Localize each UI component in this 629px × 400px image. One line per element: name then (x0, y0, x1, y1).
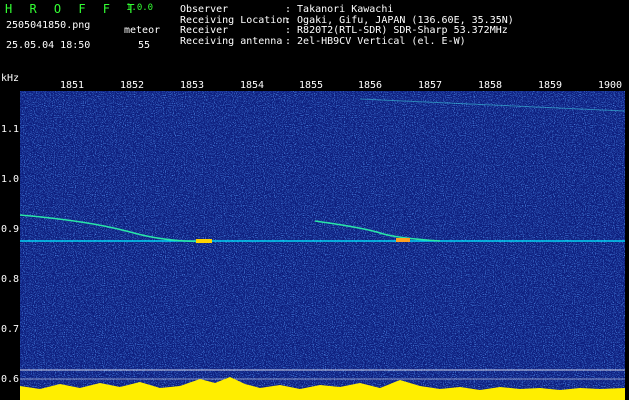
x-tick: 1855 (299, 80, 324, 91)
x-tick: 1851 (60, 80, 85, 91)
y-axis-unit: kHz (1, 73, 20, 84)
file-datetime: 25.05.04 18:50 (6, 40, 91, 51)
meteor-peak-1 (196, 239, 212, 243)
y-tick: 0.8 (1, 274, 20, 285)
info-values: : Takanori Kawachi : Ogaki, Gifu, JAPAN … (285, 4, 514, 47)
spectrogram (20, 91, 625, 400)
x-tick: 1858 (478, 80, 503, 91)
app-logo: H R O F F T (5, 2, 140, 16)
file-name: 2505041850.png (6, 20, 91, 31)
y-tick: 0.9 (1, 224, 20, 235)
y-tick: 1.0 (1, 174, 20, 185)
y-tick: 0.6 (1, 374, 20, 385)
x-tick: 1900 (598, 80, 623, 91)
x-tick: 1852 (120, 80, 145, 91)
x-tick: 1853 (180, 80, 205, 91)
info-labels: Observer Receiving Location Receiver Rec… (180, 4, 289, 47)
y-tick: 1.1 (1, 124, 20, 135)
x-tick: 1856 (358, 80, 383, 91)
meteor-count: 55 (138, 40, 151, 51)
y-tick: 0.7 (1, 324, 20, 335)
meteor-label: meteor (124, 25, 161, 36)
noise-layer (20, 91, 625, 400)
app-version: 1.0.0 (126, 3, 154, 13)
x-tick: 1857 (418, 80, 443, 91)
meteor-peak-2 (396, 238, 410, 242)
x-tick: 1854 (240, 80, 265, 91)
spectrogram-svg (20, 91, 625, 400)
x-tick: 1859 (538, 80, 563, 91)
